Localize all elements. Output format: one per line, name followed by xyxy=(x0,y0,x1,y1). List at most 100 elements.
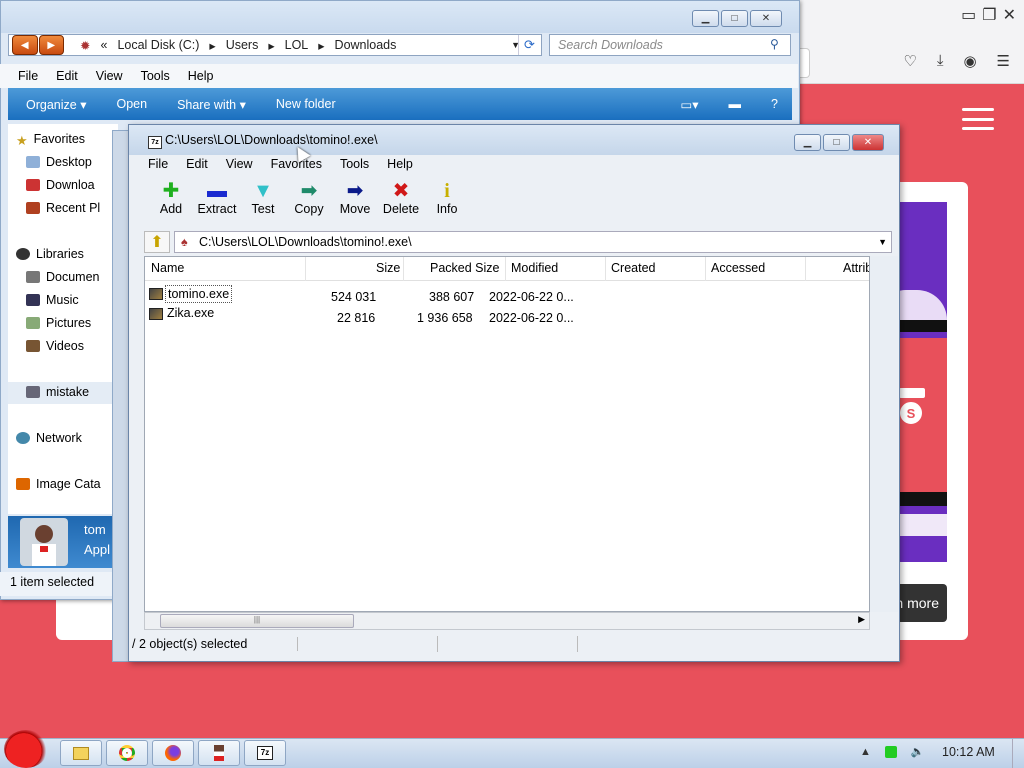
info-button[interactable]: i Info xyxy=(424,176,470,226)
open-button[interactable]: Open xyxy=(116,97,147,111)
menu-file[interactable]: File xyxy=(18,69,38,83)
column-modified[interactable]: Modified xyxy=(511,261,558,275)
scrollbar-thumb[interactable]: ||| xyxy=(160,614,354,628)
network-status-icon[interactable] xyxy=(884,745,897,758)
move-button[interactable]: ➡ Move xyxy=(332,176,378,226)
nav-documents[interactable]: Documen xyxy=(26,270,126,284)
menu-icon[interactable]: ☰ xyxy=(997,52,1010,70)
maximize-icon[interactable]: □ xyxy=(721,10,748,27)
menu-view[interactable]: View xyxy=(96,69,123,83)
nav-music[interactable]: Music xyxy=(26,293,126,307)
menu-edit[interactable]: Edit xyxy=(186,157,208,171)
new-folder-button[interactable]: New folder xyxy=(276,97,336,111)
nav-desktop[interactable]: Desktop xyxy=(26,155,126,169)
nav-network[interactable]: Network xyxy=(16,431,116,445)
preview-pane-icon[interactable]: ▬ xyxy=(729,97,742,111)
taskbar-explorer-icon[interactable] xyxy=(60,740,102,766)
maximize-icon[interactable]: □ xyxy=(823,134,850,151)
sevenzip-titlebar: C:\Users\LOL\Downloads\tomino!.exe\ xyxy=(129,125,899,155)
test-button[interactable]: ▼ Test xyxy=(240,176,286,226)
taskbar-clock[interactable]: 10:12 AM xyxy=(942,745,995,759)
menu-tools[interactable]: Tools xyxy=(340,157,369,171)
taskbar-firefox-icon[interactable] xyxy=(152,740,194,766)
start-button-icon[interactable] xyxy=(4,730,48,768)
path-input[interactable]: ♠ C:\Users\LOL\Downloads\tomino!.exe\ ▼ xyxy=(174,231,892,253)
show-desktop-button[interactable] xyxy=(1012,739,1024,768)
extension-icon[interactable]: ◉ xyxy=(963,52,976,70)
nav-recent[interactable]: Recent Pl xyxy=(26,201,126,215)
help-icon[interactable]: ? xyxy=(771,97,778,111)
breadcrumb-item[interactable]: LOL xyxy=(285,38,309,52)
taskbar-chrome-icon[interactable] xyxy=(106,740,148,766)
taskbar-7zip-icon[interactable]: 7z xyxy=(244,740,286,766)
breadcrumb-item[interactable]: Users xyxy=(226,38,259,52)
nav-videos[interactable]: Videos xyxy=(26,339,126,353)
volume-icon[interactable]: 🔈 xyxy=(911,745,925,758)
column-size[interactable]: Size xyxy=(376,261,400,275)
organize-button[interactable]: Organize ▾ xyxy=(26,97,86,112)
search-icon[interactable]: ⚲ xyxy=(770,37,779,51)
breadcrumb-item[interactable]: Local Disk (C:) xyxy=(117,38,199,52)
system-tray: ▲ 🔈 xyxy=(860,745,925,758)
restore-icon[interactable]: ❐ xyxy=(982,5,996,28)
test-icon: ▼ xyxy=(253,180,273,202)
menu-file[interactable]: File xyxy=(148,157,168,171)
breadcrumb-overflow[interactable]: « xyxy=(100,38,107,52)
table-row[interactable]: Zika.exe 22 816 1 936 658 2022-06-22 0..… xyxy=(145,305,869,325)
scroll-right-icon[interactable]: ▶ xyxy=(858,614,865,625)
close-icon[interactable]: ✕ xyxy=(1003,5,1016,28)
tray-chevron-up-icon[interactable]: ▲ xyxy=(860,746,871,758)
minimize-icon[interactable]: ▁ xyxy=(692,10,719,27)
search-input[interactable]: Search Downloads xyxy=(549,34,791,56)
folder-up-icon[interactable]: ⬆ xyxy=(144,231,170,253)
refresh-icon[interactable]: ⟳ xyxy=(518,35,540,55)
file-size: 22 816 xyxy=(337,311,376,325)
menu-help[interactable]: Help xyxy=(387,157,413,171)
menu-help[interactable]: Help xyxy=(188,69,214,83)
menu-view[interactable]: View xyxy=(226,157,253,171)
forward-arrow-icon[interactable]: ▶ xyxy=(38,35,64,55)
folder-icon: ✹ xyxy=(80,38,91,53)
share-with-button[interactable]: Share with ▾ xyxy=(177,97,246,112)
nav-image-catalog[interactable]: Image Cata xyxy=(16,477,116,491)
delete-button[interactable]: ✖ Delete xyxy=(378,176,424,226)
download-icon[interactable]: ⤓ xyxy=(937,52,944,70)
menu-edit[interactable]: Edit xyxy=(56,69,78,83)
breadcrumb-item[interactable]: Downloads xyxy=(335,38,397,52)
nav-libraries[interactable]: Libraries xyxy=(16,247,116,261)
nav-pictures[interactable]: Pictures xyxy=(26,316,126,330)
nav-downloads[interactable]: Downloa xyxy=(26,178,126,192)
chevron-right-icon[interactable]: ▸ xyxy=(318,38,324,53)
column-attributes[interactable]: Attribute xyxy=(843,261,869,275)
column-created[interactable]: Created xyxy=(611,261,655,275)
network-icon xyxy=(16,432,30,444)
column-accessed[interactable]: Accessed xyxy=(711,261,765,275)
table-row[interactable]: tomino.exe 524 031 388 607 2022-06-22 0.… xyxy=(145,285,869,305)
nav-favorites[interactable]: ★ Favorites xyxy=(16,132,116,146)
explorer-status-bar: 1 item selected xyxy=(0,572,120,596)
view-options-icon[interactable]: ▭▾ xyxy=(680,97,698,112)
minimize-icon[interactable]: ▁ xyxy=(794,134,821,151)
close-icon[interactable]: ✕ xyxy=(750,10,782,27)
file-packed-size: 388 607 xyxy=(429,290,475,304)
back-arrow-icon[interactable]: ◀ xyxy=(12,35,38,55)
column-name[interactable]: Name xyxy=(151,261,184,275)
column-packed-size[interactable]: Packed Size xyxy=(430,261,499,275)
menu-tools[interactable]: Tools xyxy=(141,69,170,83)
nav-mistake[interactable]: mistake xyxy=(26,385,126,399)
file-name: Zika.exe xyxy=(167,306,215,320)
chevron-right-icon[interactable]: ▸ xyxy=(268,38,274,53)
add-button[interactable]: ✚ Add xyxy=(148,176,194,226)
taskbar-app-icon[interactable] xyxy=(198,740,240,766)
chevron-right-icon[interactable]: ▸ xyxy=(209,38,215,53)
extract-button[interactable]: ▬ Extract xyxy=(194,176,240,226)
chevron-down-icon[interactable]: ▼ xyxy=(878,237,887,247)
status-cell xyxy=(438,636,578,652)
pocket-icon[interactable]: ♡ xyxy=(903,52,916,70)
site-menu-icon[interactable] xyxy=(962,108,994,130)
browser-window-controls: ▭ ❐ ✕ xyxy=(944,0,1024,28)
close-icon[interactable]: ✕ xyxy=(852,134,884,151)
minimize-icon[interactable]: ▭ xyxy=(961,5,976,28)
file-modified: 2022-06-22 0... xyxy=(489,290,574,304)
copy-button[interactable]: ➡ Copy xyxy=(286,176,332,226)
